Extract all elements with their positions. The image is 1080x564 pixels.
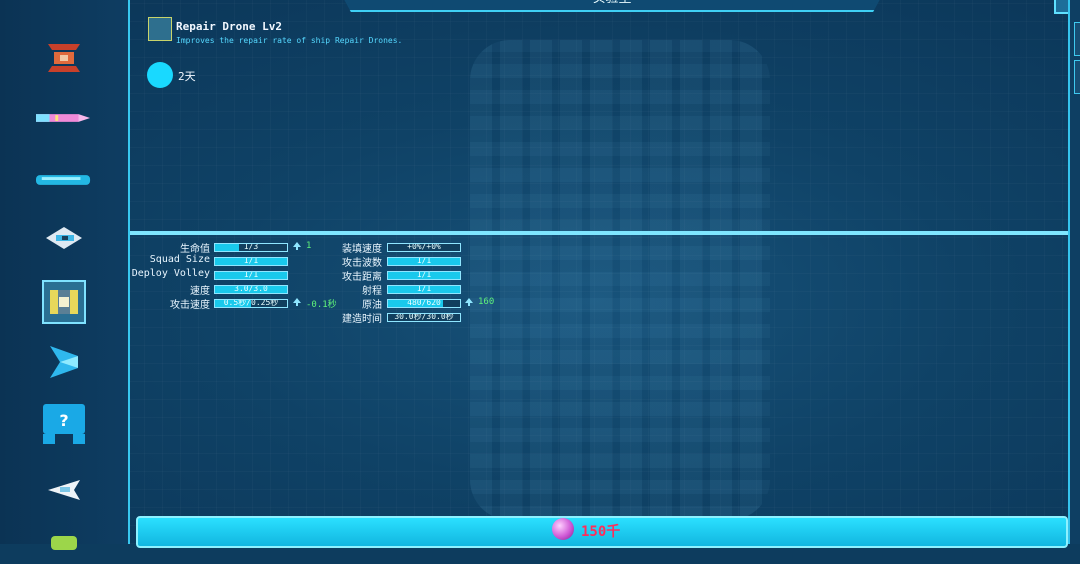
- stat-label: 攻击速度: [170, 300, 210, 311]
- stat-bar: 1/1: [387, 271, 461, 280]
- stat-label: Squad Size: [149, 254, 210, 265]
- sidebar-item-cannon[interactable]: [36, 158, 92, 202]
- research-cost: 150千: [581, 524, 621, 540]
- stat-label: Deploy Volley: [131, 268, 210, 279]
- sidebar-item-repair-drone[interactable]: [42, 280, 86, 324]
- stat-value: 3.0/3.0: [234, 285, 268, 293]
- stat-label: 生命值: [180, 244, 210, 255]
- stat-bar: 1/3: [214, 243, 288, 252]
- stat-value: 0.5秒/0.25秒: [223, 299, 279, 307]
- stat-value: 1/1: [243, 271, 259, 279]
- sidebar-item-fighter[interactable]: [36, 216, 92, 260]
- fighter-icon: [46, 227, 82, 249]
- stat-value: 1/3: [243, 243, 259, 251]
- stat-value: 480/620: [407, 299, 441, 307]
- green-unit-icon: [51, 536, 77, 550]
- stat-label: 装填速度: [342, 244, 382, 255]
- sidebar-item-white-jet[interactable]: [36, 466, 92, 510]
- stat-bar: 3.0/3.0: [214, 285, 288, 294]
- sidebar-item-blue-cruiser[interactable]: [36, 340, 92, 384]
- stat-bar: 0.5秒/0.25秒: [214, 299, 288, 308]
- repair-drone-icon: [50, 290, 78, 314]
- stat-delta: 1: [306, 241, 312, 251]
- stat-bar: 480/620: [387, 299, 461, 308]
- research-time: 2天: [178, 70, 196, 83]
- white-jet-icon: [48, 480, 80, 500]
- red-ship-icon: [48, 44, 80, 72]
- blue-cruiser-icon: [50, 346, 78, 378]
- sidebar-item-missile[interactable]: [36, 96, 92, 140]
- stat-value: 1/1: [416, 271, 432, 279]
- stat-label: 攻击波数: [342, 258, 382, 269]
- stat-value: +0%/+0%: [407, 243, 441, 251]
- research-description: Improves the repair rate of ship Repair …: [176, 36, 403, 45]
- stat-value: 1/1: [243, 257, 259, 265]
- unit-sidebar: ?: [0, 0, 130, 550]
- panel-divider: [130, 231, 1068, 235]
- stat-label: 速度: [190, 286, 210, 297]
- stat-value: 1/1: [416, 285, 432, 293]
- unknown-question-icon: ?: [43, 404, 85, 444]
- stat-bar: 1/1: [387, 257, 461, 266]
- stat-value: 1/1: [416, 257, 432, 265]
- stat-delta: 160: [478, 297, 495, 307]
- right-tab-lower[interactable]: [1074, 60, 1080, 94]
- stat-bar: 30.0秒/30.0秒: [387, 313, 461, 322]
- stat-label: 射程: [362, 286, 382, 297]
- stat-bar: 1/1: [214, 271, 288, 280]
- research-title: Repair Drone Lv2: [176, 20, 282, 33]
- stat-value: 30.0秒/30.0秒: [394, 313, 454, 321]
- stat-label: 攻击距离: [342, 272, 382, 283]
- stat-delta: -0.1秒: [306, 300, 337, 310]
- stat-bar: 1/1: [387, 285, 461, 294]
- upgrade-arrow-stem: [468, 303, 470, 306]
- stat-bar: +0%/+0%: [387, 243, 461, 252]
- repair-drone-small-icon: [148, 17, 172, 41]
- stat-label: 建造时间: [342, 314, 382, 325]
- svg-text:?: ?: [59, 411, 68, 430]
- right-tab-upper[interactable]: [1074, 22, 1080, 56]
- sidebar-item-unknown[interactable]: ?: [36, 402, 92, 446]
- stat-bar: 1/1: [214, 257, 288, 266]
- cannon-icon: [36, 175, 91, 185]
- upgrade-arrow-stem: [296, 303, 298, 306]
- sidebar-item-green-unit[interactable]: [36, 520, 92, 564]
- clock-icon: [147, 62, 173, 88]
- stat-label: 原油: [362, 300, 382, 311]
- missile-icon: [36, 114, 91, 122]
- crystal-icon: [552, 518, 574, 540]
- sidebar-item-red-ship[interactable]: [36, 36, 92, 80]
- upgrade-arrow-stem: [296, 247, 298, 250]
